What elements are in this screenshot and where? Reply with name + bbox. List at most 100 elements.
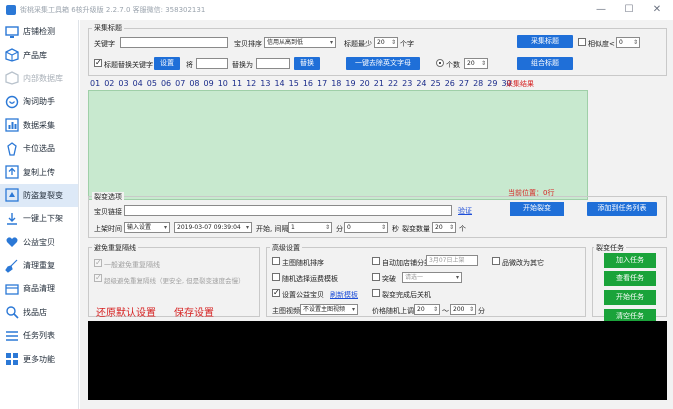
keyword-input[interactable]: [120, 37, 228, 48]
similarity-spinner[interactable]: 0: [616, 37, 640, 48]
title-number[interactable]: 13: [260, 79, 270, 88]
interval-second-spinner[interactable]: 0: [344, 222, 388, 233]
minimize-button[interactable]: —: [589, 3, 613, 16]
title-number[interactable]: 01: [90, 79, 100, 88]
title-number[interactable]: 08: [189, 79, 199, 88]
fission-count-spinner[interactable]: 20: [432, 222, 456, 233]
sidebar-item-word-helper[interactable]: 淘词助手: [0, 90, 78, 113]
sidebar-item-position-select[interactable]: 卡位选品: [0, 137, 78, 160]
sidebar-item-product-library[interactable]: 产品库: [0, 43, 78, 66]
title-number[interactable]: 05: [147, 79, 157, 88]
interval-minute-spinner[interactable]: 1: [288, 222, 332, 233]
auto-category-checkbox[interactable]: [372, 257, 380, 265]
title-number[interactable]: 19: [345, 79, 355, 88]
sidebar-item-find-shop[interactable]: 找品店: [0, 301, 78, 324]
replace-to-input[interactable]: [256, 58, 290, 69]
breakthrough-checkbox[interactable]: [372, 273, 380, 281]
sidebar-item-internal-db[interactable]: 内部数据库: [0, 67, 78, 90]
title-number[interactable]: 09: [204, 79, 214, 88]
combine-title-button[interactable]: 组合标题: [517, 57, 573, 70]
breakthrough-select[interactable]: 请选一: [402, 272, 462, 283]
set-charity-checkbox[interactable]: [272, 288, 280, 297]
sidebar-item-data-collect[interactable]: 数据采集: [0, 114, 78, 137]
cart-icon: [4, 281, 19, 296]
advanced-group-title: 高级设置: [270, 243, 302, 253]
ship-other-label: 品微改为其它: [502, 259, 544, 267]
count-spinner[interactable]: 20: [464, 58, 488, 69]
sidebar-item-task-list[interactable]: 任务列表: [0, 324, 78, 347]
maximize-button[interactable]: ☐: [617, 3, 641, 16]
normal-dedupe-checkbox[interactable]: [94, 258, 102, 267]
super-dedupe-label: 超级避免重复隔线（更安全, 但是裂变速度会慢）: [104, 277, 245, 285]
close-button[interactable]: ✕: [645, 3, 669, 16]
title-number[interactable]: 07: [175, 79, 185, 88]
title-number[interactable]: 25: [431, 79, 441, 88]
title-number[interactable]: 24: [416, 79, 426, 88]
title-number[interactable]: 18: [331, 79, 341, 88]
title-number[interactable]: 20: [360, 79, 370, 88]
product-link-input[interactable]: [124, 205, 452, 216]
title-number[interactable]: 28: [473, 79, 483, 88]
title-number[interactable]: 29: [487, 79, 497, 88]
replace-button[interactable]: 替换: [294, 57, 320, 70]
title-number[interactable]: 15: [289, 79, 299, 88]
main-image-random-checkbox[interactable]: [272, 257, 280, 265]
title-number[interactable]: 10: [218, 79, 228, 88]
super-dedupe-checkbox[interactable]: [94, 273, 102, 282]
random-shipping-checkbox[interactable]: [272, 273, 280, 281]
min-title-spinner[interactable]: 20: [374, 37, 398, 48]
shelf-icon: [4, 211, 19, 226]
count-radio[interactable]: [436, 59, 444, 67]
title-number[interactable]: 14: [274, 79, 284, 88]
datetime-picker[interactable]: 2019-03-07 09:39:04: [174, 222, 252, 233]
title-number[interactable]: 17: [317, 79, 327, 88]
main-video-select[interactable]: 不设置主图视频: [300, 304, 358, 315]
sidebar-item-charity[interactable]: 公益宝贝: [0, 231, 78, 254]
category-input[interactable]: 3月07日上架: [426, 255, 478, 266]
sidebar-item-shop-check[interactable]: 店铺检测: [0, 20, 78, 43]
title-number[interactable]: 12: [246, 79, 256, 88]
start-fission-button[interactable]: 开始裂变: [510, 202, 564, 216]
replace-from-input[interactable]: [196, 58, 228, 69]
title-number[interactable]: 06: [161, 79, 171, 88]
remove-english-button[interactable]: 一键去除英文字母: [346, 57, 420, 70]
similarity-checkbox[interactable]: [578, 38, 586, 46]
sidebar-item-more[interactable]: 更多功能: [0, 347, 78, 370]
title-number[interactable]: 02: [104, 79, 114, 88]
verify-link[interactable]: 验证: [458, 206, 472, 216]
title-number[interactable]: 26: [445, 79, 455, 88]
price-to-spinner[interactable]: 200: [450, 304, 476, 315]
view-task-button[interactable]: 查看任务: [604, 271, 656, 286]
add-task-button[interactable]: 加入任务: [604, 253, 656, 268]
ship-other-checkbox[interactable]: [492, 257, 500, 265]
title-number[interactable]: 16: [303, 79, 313, 88]
collect-title-button[interactable]: 采集标题: [517, 35, 573, 48]
sidebar-item-goods-cleanup[interactable]: 商品清理: [0, 277, 78, 300]
close-after-checkbox[interactable]: [372, 289, 380, 297]
replace-keyword-checkbox[interactable]: [94, 58, 102, 67]
save-settings-link[interactable]: 保存设置: [174, 304, 214, 319]
restore-defaults-link[interactable]: 还原默认设置: [96, 304, 156, 319]
time-mode-select[interactable]: 输入设置: [124, 222, 170, 233]
log-console[interactable]: [88, 321, 667, 400]
sidebar-item-shelf-toggle[interactable]: 一键上下架: [0, 207, 78, 230]
start-task-button[interactable]: 开始任务: [604, 290, 656, 305]
title-number[interactable]: 23: [402, 79, 412, 88]
title-number[interactable]: 21: [374, 79, 384, 88]
title-number[interactable]: 03: [118, 79, 128, 88]
title-number[interactable]: 11: [232, 79, 242, 88]
results-area[interactable]: [88, 90, 588, 200]
refresh-template-link[interactable]: 刷新模板: [330, 290, 358, 300]
title-number[interactable]: 04: [133, 79, 143, 88]
results-label: 采集结果: [506, 80, 534, 88]
sidebar-item-dedupe[interactable]: 清理重复: [0, 254, 78, 277]
sort-select[interactable]: 信用从高到低: [264, 37, 336, 48]
sidebar-item-label: 找品店: [23, 307, 47, 317]
sidebar-item-copy-upload[interactable]: 复制上传: [0, 160, 78, 183]
add-task-list-button[interactable]: 添加到任务列表: [587, 202, 657, 216]
settings-button[interactable]: 设置: [154, 57, 180, 70]
sidebar-item-anti-theft-fission[interactable]: 防盗复裂变: [0, 183, 78, 208]
title-number[interactable]: 22: [388, 79, 398, 88]
price-from-spinner[interactable]: 20: [414, 304, 440, 315]
title-number[interactable]: 27: [459, 79, 469, 88]
